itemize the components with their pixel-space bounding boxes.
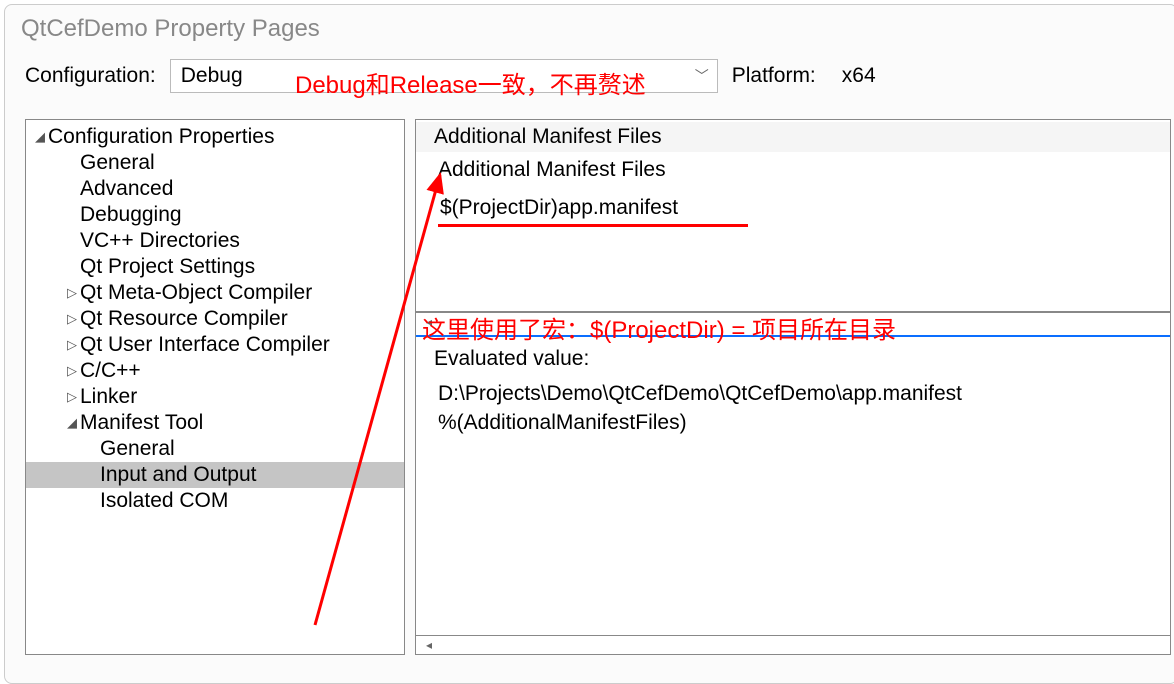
tree-item-label: Input and Output [100,463,256,487]
tree-item-mt-io[interactable]: Input and Output [26,462,404,488]
evaluated-section: Evaluated value: D:\Projects\Demo\QtCefD… [416,335,1170,448]
tree-item-label: General [80,151,155,175]
expander-icon[interactable]: ▷ [64,337,80,353]
tree-root[interactable]: ◢ Configuration Properties [26,124,404,150]
tree-item-label: Qt User Interface Compiler [80,333,330,357]
tree-item-label: Manifest Tool [80,411,203,435]
chevron-down-icon: ﹀ [695,66,709,86]
tree-item-linker[interactable]: ▷ Linker [26,384,404,410]
tree-item-qt-rcc[interactable]: ▷ Qt Resource Compiler [26,306,404,332]
tree-item-label: Qt Meta-Object Compiler [80,281,312,305]
tree-item-label: C/C++ [80,359,141,383]
window-title: QtCefDemo Property Pages [5,5,1174,51]
annotation-macro: 这里使用了宏：$(ProjectDir) = 项目所在目录 [422,310,896,345]
tree-item-qt-uic[interactable]: ▷ Qt User Interface Compiler [26,332,404,358]
expander-icon[interactable]: ▷ [64,285,80,301]
tree-item-vcdirs[interactable]: VC++ Directories [26,228,404,254]
tree-item-qt-project[interactable]: Qt Project Settings [26,254,404,280]
tree-item-label: VC++ Directories [80,229,240,253]
tree-item-mt-isolated[interactable]: Isolated COM [26,488,404,514]
configuration-label: Configuration: [25,64,156,88]
tree-item-general[interactable]: General [26,150,404,176]
tree-item-qt-moc[interactable]: ▷ Qt Meta-Object Compiler [26,280,404,306]
tree-item-label: Isolated COM [100,489,228,513]
tree-item-label: General [100,437,175,461]
platform-value: x64 [842,64,876,88]
evaluated-label: Evaluated value: [434,347,1152,371]
configuration-value: Debug [181,64,243,88]
tree-item-label: Qt Project Settings [80,255,255,279]
tree-item-ccpp[interactable]: ▷ C/C++ [26,358,404,384]
tree-root-label: Configuration Properties [48,125,274,149]
tree-item-manifest-tool[interactable]: ◢ Manifest Tool [26,410,404,436]
expander-icon[interactable]: ▷ [64,363,80,379]
expander-icon[interactable]: ◢ [32,129,48,145]
tree-item-label: Linker [80,385,137,409]
config-tree[interactable]: ◢ Configuration Properties General Advan… [25,119,405,655]
expander-icon[interactable]: ◢ [64,415,80,431]
tree-item-label: Debugging [80,203,182,227]
property-name: Additional Manifest Files [416,152,1170,190]
tree-item-mt-general[interactable]: General [26,436,404,462]
property-header: Additional Manifest Files [416,122,1170,152]
platform-label: Platform: [732,64,816,88]
expander-icon[interactable]: ▷ [64,311,80,327]
evaluated-value: D:\Projects\Demo\QtCefDemo\QtCefDemo\app… [434,379,1152,438]
main-area: ◢ Configuration Properties General Advan… [5,107,1174,655]
tree-item-label: Qt Resource Compiler [80,307,288,331]
tree-item-debugging[interactable]: Debugging [26,202,404,228]
property-pages-window: QtCefDemo Property Pages Debug和Release一致… [4,4,1174,684]
manifest-files-input[interactable] [438,190,748,227]
annotation-top: Debug和Release一致，不再赘述 [295,65,646,100]
tree-item-advanced[interactable]: Advanced [26,176,404,202]
scroll-left-icon[interactable]: ◂ [426,638,432,652]
property-detail-panel: Additional Manifest Files Additional Man… [415,119,1171,655]
tree-item-label: Advanced [80,177,173,201]
expander-icon[interactable]: ▷ [64,389,80,405]
